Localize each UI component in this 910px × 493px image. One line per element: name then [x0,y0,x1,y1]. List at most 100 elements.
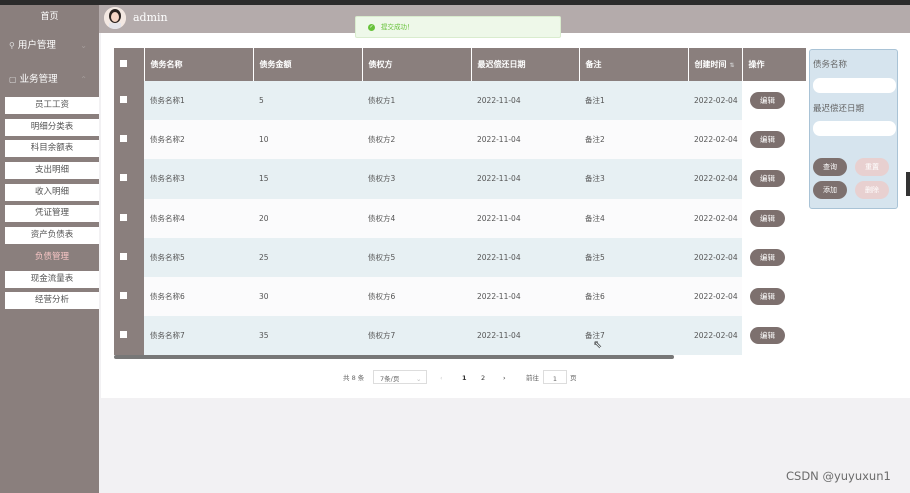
sidebar-item-voucher[interactable]: 凭证管理 [5,205,99,223]
table-cell-due: 2022-11-04 [471,316,579,356]
page-size-select[interactable]: 7条/页 ⌄ [373,370,427,384]
pagination: 共 8 条 7条/页 ⌄ ‹ 1 2 › 前往 1 页 [340,370,640,386]
table-cell-note: 备注4 [579,198,688,238]
action-cell: 编辑 [742,316,806,356]
table-cell-creditor: 债权方6 [362,276,471,317]
row-checkbox[interactable] [120,213,127,221]
table-cell-amount: 10 [253,120,362,160]
next-page-button[interactable]: › [503,370,506,386]
table-cell-amount: 20 [253,198,362,238]
table-cell-amount: 5 [253,81,362,121]
toast-message: 提交成功！ [381,23,414,31]
row-select-cell[interactable] [114,159,144,199]
row-select-cell[interactable] [114,81,144,121]
username[interactable]: admin [133,11,168,24]
edit-button[interactable]: 编辑 [750,288,785,306]
column-header[interactable]: 最迟偿还日期 [471,48,580,81]
page-number[interactable]: 1 [462,370,467,386]
prev-page-button[interactable]: ‹ [440,370,443,386]
row-select-cell[interactable] [114,120,144,160]
goto-suffix: 页 [570,374,577,382]
edit-button[interactable]: 编辑 [750,248,785,266]
sidebar: 首页 ⚲ 用户管理 ⌄ ▢ 业务管理 ⌃ 员工工资 明细分类表 科目余额表 支出明细… [0,5,99,493]
table-cell-creditor: 债权方3 [362,159,471,199]
mouse-cursor-icon: ⇖ [593,338,603,351]
sort-icon[interactable]: ⇅ [730,62,735,69]
sidebar-group-business[interactable]: ▢ 业务管理 ⌃ [0,63,99,97]
query-button[interactable]: 查询 [813,158,847,176]
table-row: 债务名称7 35 债权方7 2022-11-04 备注7 2022-02-04 编辑 [114,316,806,356]
table-cell-due: 2022-11-04 [471,120,579,160]
table-cell-created: 2022-02-04 [688,81,742,121]
table-row: 债务名称4 20 债权方4 2022-11-04 备注4 2022-02-04 编辑 [114,198,806,238]
row-checkbox[interactable] [120,135,127,143]
table-cell-note: 备注5 [579,237,688,277]
sidebar-group-users[interactable]: ⚲ 用户管理 ⌄ [0,29,99,63]
table-cell-creditor: 债权方5 [362,237,471,277]
sidebar-item-detail-class[interactable]: 明细分类表 [5,118,99,136]
column-header[interactable]: 债务名称 [144,48,254,81]
table-row: 债务名称5 25 债权方5 2022-11-04 备注5 2022-02-04 编辑 [114,237,806,277]
add-button[interactable]: 添加 [813,181,847,199]
sidebar-item-balance-sheet[interactable]: 资产负债表 [5,227,99,245]
sidebar-home[interactable]: 首页 [0,5,99,29]
table-cell-creditor: 债权方1 [362,81,471,121]
sidebar-item-expense-detail[interactable]: 支出明细 [5,162,99,180]
table-row: 债务名称3 15 债权方3 2022-11-04 备注3 2022-02-04 编辑 [114,159,806,199]
row-select-cell[interactable] [114,237,144,277]
edit-button[interactable]: 编辑 [750,131,785,149]
row-checkbox[interactable] [120,331,127,339]
delete-button[interactable]: 删除 [855,181,889,199]
sidebar-submenu: 员工工资 明细分类表 科目余额表 支出明细 收入明细 凭证管理 资产负债表 负债… [0,97,99,310]
table-header-row: 债务名称 债务金额 债权方 最迟偿还日期 备注 创建时间 ⇅ 操作 [114,48,806,81]
sidebar-item-subject-balance[interactable]: 科目余额表 [5,140,99,158]
debt-name-input[interactable] [813,78,896,93]
table-cell-note: 备注1 [579,81,688,121]
column-header[interactable]: 债务金额 [253,48,363,81]
row-checkbox[interactable] [120,252,127,260]
sidebar-item-income-detail[interactable]: 收入明细 [5,183,99,201]
due-date-label: 最迟偿还日期 [813,104,865,114]
column-header: 操作 [742,48,806,81]
row-select-cell[interactable] [114,276,144,317]
edit-button[interactable]: 编辑 [750,327,785,345]
reset-button[interactable]: 重置 [855,158,889,176]
goto-page-input[interactable]: 1 [543,370,567,384]
table-cell-due: 2022-11-04 [471,159,579,199]
row-select-cell[interactable] [114,198,144,238]
edit-button[interactable]: 编辑 [750,92,785,110]
table-cell-due: 2022-11-04 [471,237,579,277]
table-cell-amount: 15 [253,159,362,199]
table-cell-name: 债务名称7 [144,316,253,356]
sidebar-item-debt[interactable]: 负债管理 [5,248,99,266]
data-table: 债务名称 债务金额 债权方 最迟偿还日期 备注 创建时间 ⇅ 操作 债务名称1 5 债… [114,48,806,360]
select-all-checkbox[interactable] [120,60,127,67]
due-date-input[interactable] [813,121,896,136]
sidebar-item-wages[interactable]: 员工工资 [5,97,99,114]
row-checkbox[interactable] [120,96,127,104]
sidebar-item-cashflow[interactable]: 现金流量表 [5,270,99,288]
action-cell: 编辑 [742,276,806,317]
page-number[interactable]: 2 [481,370,485,386]
column-header-label: 创建时间 [694,60,727,69]
table-cell-created: 2022-02-04 [688,316,742,356]
avatar[interactable] [104,7,126,29]
action-cell: 编辑 [742,198,806,238]
row-checkbox[interactable] [120,174,127,182]
table-row: 债务名称6 30 债权方6 2022-11-04 备注6 2022-02-04 编辑 [114,276,806,317]
row-checkbox[interactable] [120,292,127,300]
table-cell-name: 债务名称6 [144,276,253,317]
avatar-image [104,7,126,29]
sidebar-item-analysis[interactable]: 经营分析 [5,292,99,310]
select-all-cell[interactable] [114,48,145,81]
table-cell-name: 债务名称5 [144,237,253,277]
column-header-created[interactable]: 创建时间 ⇅ [688,48,743,81]
column-header[interactable]: 备注 [579,48,689,81]
edit-button[interactable]: 编辑 [750,209,785,227]
row-select-cell[interactable] [114,316,144,356]
edit-button[interactable]: 编辑 [750,170,785,188]
action-cell: 编辑 [742,81,806,121]
column-header[interactable]: 债权方 [362,48,472,81]
grid-icon: ▢ [9,75,17,84]
horizontal-scrollbar[interactable] [114,355,674,359]
